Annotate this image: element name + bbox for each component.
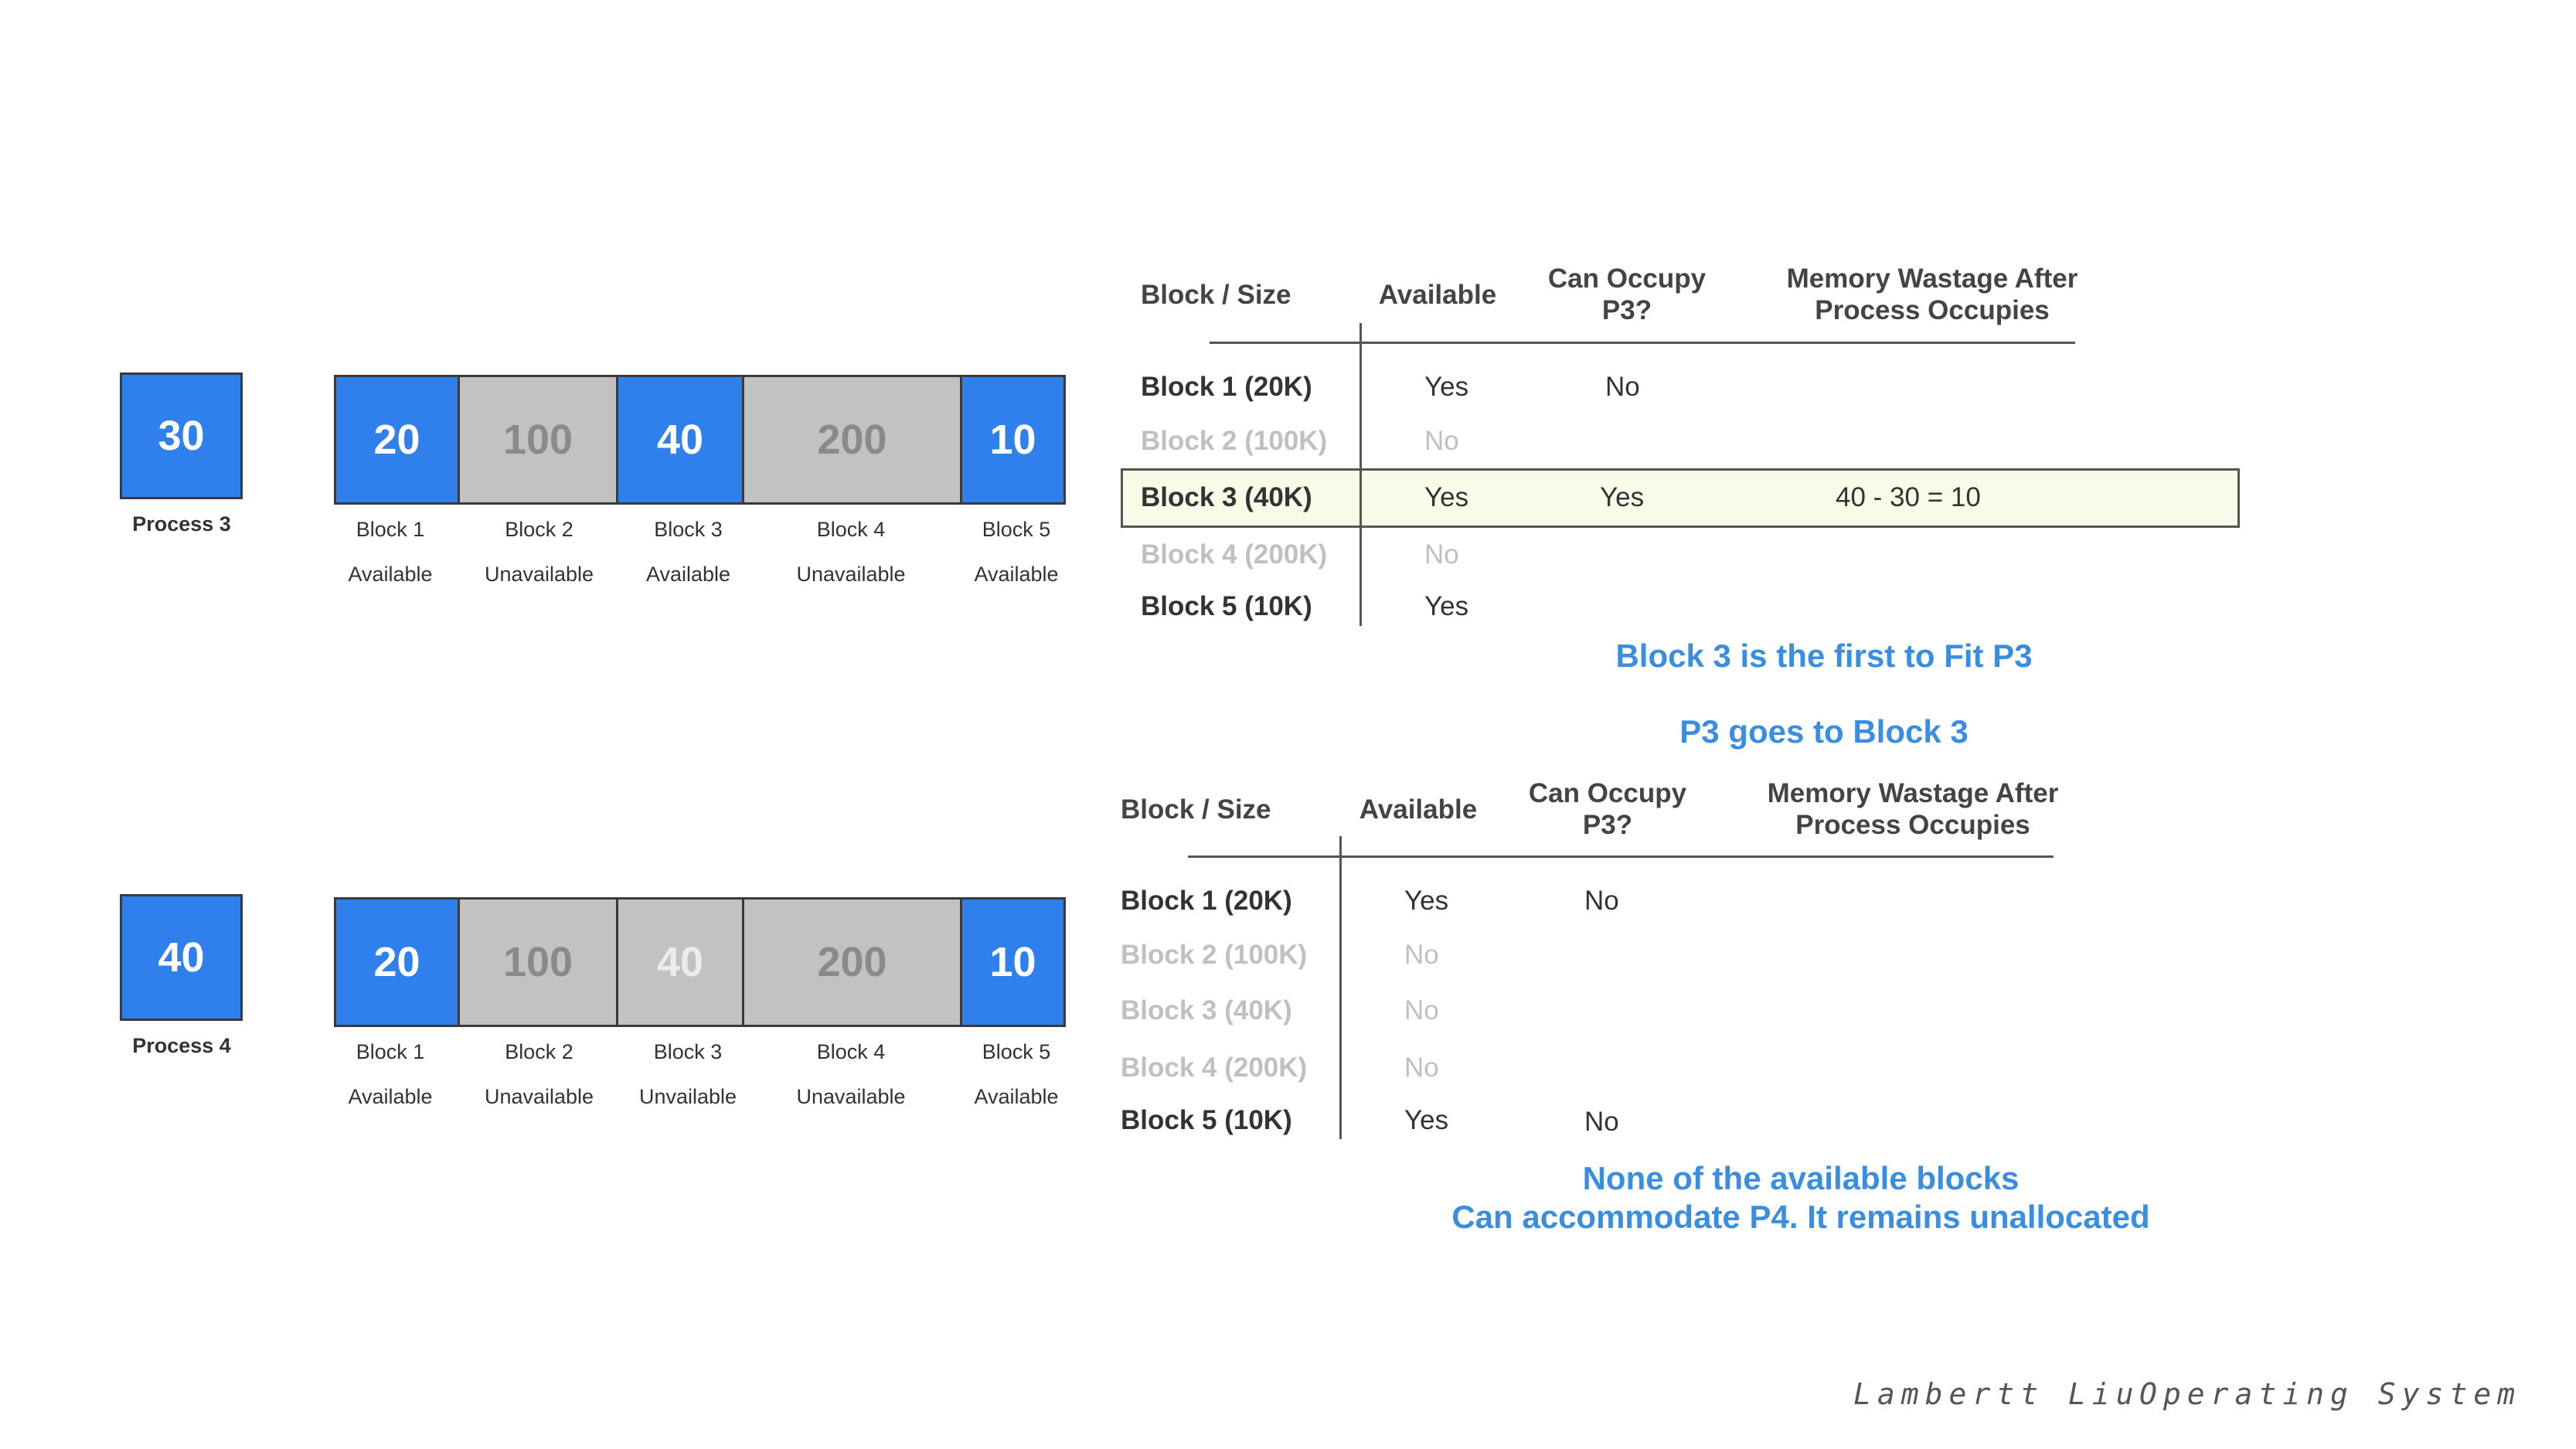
top-header-divider bbox=[1210, 342, 2075, 344]
top-row-1-can-occupy: No bbox=[1605, 372, 1640, 402]
bottom-header-block-size: Block / Size bbox=[1121, 794, 1271, 825]
bottom-row-1-can-occupy: No bbox=[1584, 886, 1619, 916]
top-block-5-label: Block 5 Available bbox=[974, 518, 1059, 586]
top-row-5-available: Yes bbox=[1424, 591, 1469, 621]
top-block-3-label: Block 3 Available bbox=[645, 518, 731, 586]
top-row-2-block: Block 2 (100K) bbox=[1141, 426, 1328, 456]
bottom-note: None of the available blocks Can accommo… bbox=[1376, 1159, 2226, 1236]
bottom-header-can-occupy: Can Occupy P3? bbox=[1528, 778, 1687, 840]
bottom-row-5-block: Block 5 (10K) bbox=[1121, 1105, 1292, 1135]
bottom-row-2-block: Block 2 (100K) bbox=[1121, 940, 1308, 970]
footer-course: Operating System bbox=[2139, 1377, 2522, 1411]
bottom-row-5-available: Yes bbox=[1404, 1105, 1449, 1135]
bottom-header-divider bbox=[1188, 855, 2054, 858]
top-row-5-block: Block 5 (10K) bbox=[1141, 591, 1312, 621]
process-3-box: 30 bbox=[120, 372, 243, 499]
memory-row-bottom: 20 100 40 200 10 bbox=[334, 897, 1066, 1027]
process-4-box: 40 bbox=[120, 894, 243, 1021]
top-block-2-label: Block 2 Unavailable bbox=[484, 518, 594, 586]
process-4-label: Process 4 bbox=[132, 1034, 231, 1057]
top-row-3-block: Block 3 (40K) bbox=[1141, 482, 1312, 512]
top-row-4-block: Block 4 (200K) bbox=[1141, 539, 1328, 570]
bottom-header-wastage: Memory Wastage After Process Occupies bbox=[1767, 778, 2059, 840]
top-row-3-available: Yes bbox=[1424, 482, 1469, 512]
bottom-block-3: 40 bbox=[618, 900, 744, 1025]
top-header-block-size: Block / Size bbox=[1141, 280, 1291, 310]
top-block-5: 10 bbox=[962, 377, 1063, 502]
bottom-row-5-can-occupy: No bbox=[1584, 1107, 1619, 1137]
top-block-1-label: Block 1 Available bbox=[348, 518, 433, 586]
top-block-1: 20 bbox=[336, 377, 460, 502]
bottom-header-available: Available bbox=[1359, 794, 1478, 825]
top-header-available: Available bbox=[1378, 280, 1497, 310]
bottom-block-3-label: Block 3 Unvailable bbox=[638, 1040, 737, 1108]
bottom-block-4: 200 bbox=[744, 900, 962, 1025]
bottom-block-4-label: Block 4 Unavailable bbox=[796, 1040, 906, 1108]
bottom-row-1-available: Yes bbox=[1404, 886, 1449, 916]
bottom-note-line-1: None of the available blocks bbox=[1582, 1160, 2020, 1196]
bottom-block-1: 20 bbox=[336, 900, 460, 1025]
bottom-row-3-block: Block 3 (40K) bbox=[1121, 995, 1292, 1026]
top-row-1-available: Yes bbox=[1424, 372, 1469, 402]
top-header-can-occupy: Can Occupy P3? bbox=[1547, 264, 1707, 325]
bottom-block-1-label: Block 1 Available bbox=[348, 1040, 433, 1108]
top-row-3-wastage: 40 - 30 = 10 bbox=[1836, 482, 1981, 512]
bottom-block-5: 10 bbox=[962, 900, 1063, 1025]
top-row-1-block: Block 1 (20K) bbox=[1141, 372, 1312, 402]
top-row-4-available: No bbox=[1424, 539, 1459, 570]
memory-row-top: 20 100 40 200 10 bbox=[334, 375, 1066, 505]
footer-author: Lambertt Liu bbox=[1853, 1377, 2140, 1411]
top-row-3-can-occupy: Yes bbox=[1600, 482, 1645, 512]
top-block-4-label: Block 4 Unavailable bbox=[796, 518, 906, 586]
bottom-row-4-available: No bbox=[1404, 1053, 1439, 1083]
top-block-4: 200 bbox=[744, 377, 962, 502]
top-block-3: 40 bbox=[618, 377, 744, 502]
top-block-2: 100 bbox=[460, 377, 618, 502]
top-note-first-fit: Block 3 is the first to Fit P3 bbox=[1615, 638, 2033, 674]
bottom-block-2-label: Block 2 Unavailable bbox=[484, 1040, 594, 1108]
top-note-assignment: P3 goes to Block 3 bbox=[1679, 713, 1969, 750]
bottom-column-divider bbox=[1339, 836, 1342, 1139]
bottom-note-line-2: Can accommodate P4. It remains unallocat… bbox=[1451, 1199, 2150, 1235]
top-row-2-available: No bbox=[1424, 426, 1459, 456]
bottom-row-1-block: Block 1 (20K) bbox=[1121, 886, 1292, 916]
bottom-row-4-block: Block 4 (200K) bbox=[1121, 1053, 1308, 1083]
process-4-size: 40 bbox=[158, 934, 205, 981]
process-3-size: 30 bbox=[158, 413, 205, 459]
process-3-label: Process 3 bbox=[132, 512, 231, 536]
bottom-row-2-available: No bbox=[1404, 940, 1439, 970]
bottom-block-2: 100 bbox=[460, 900, 618, 1025]
bottom-block-5-label: Block 5 Available bbox=[974, 1040, 1059, 1108]
top-header-wastage: Memory Wastage After Process Occupies bbox=[1786, 264, 2078, 325]
bottom-row-3-available: No bbox=[1404, 995, 1439, 1026]
